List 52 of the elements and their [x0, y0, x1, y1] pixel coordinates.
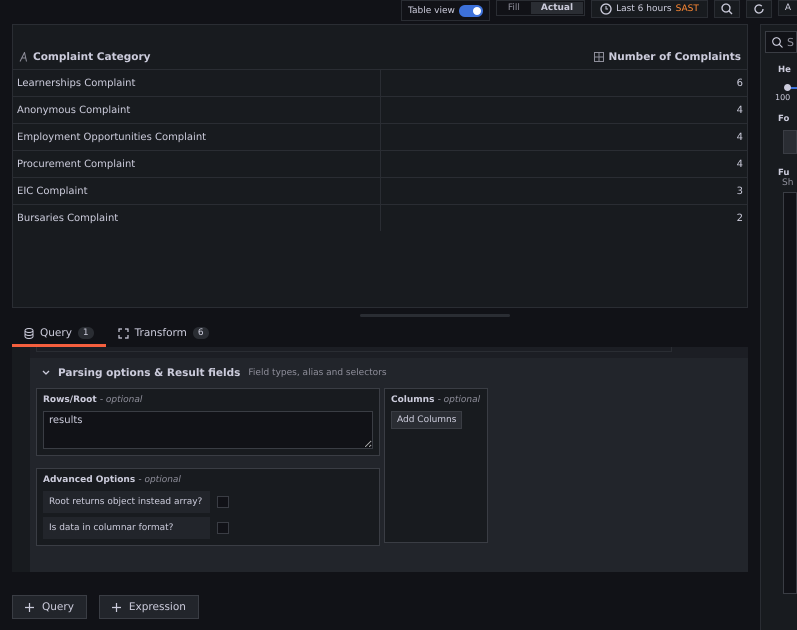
option-label: He [778, 65, 792, 75]
view-mode-option[interactable]: Actual [530, 2, 584, 14]
database-icon [24, 328, 34, 338]
table-cell-text: 4 [736, 104, 744, 118]
rows-root-input[interactable]: results [43, 411, 373, 449]
table-cell-text: 3 [736, 184, 744, 198]
search-icon [772, 36, 783, 48]
option-label: Fo [778, 114, 790, 124]
number-type-icon [594, 52, 604, 62]
field-label: Columns - optional [391, 395, 482, 405]
option-label: Root returns object instead array? [43, 491, 210, 513]
apply-button[interactable]: A [778, 0, 797, 16]
add-columns-button[interactable]: Add Columns [391, 411, 462, 429]
tab[interactable]: Transform 6 [106, 327, 221, 347]
clock-icon [600, 3, 612, 15]
table-cell: Procurement Complaint [13, 151, 381, 177]
add-button[interactable]: Expression [98, 595, 199, 619]
slider-value: 100 [775, 93, 792, 102]
section-subtitle: Field types, alias and selectors [248, 368, 387, 378]
option-label: Fu [778, 168, 790, 178]
table-cell-text: 2 [736, 212, 744, 226]
zoom-out-button[interactable] [714, 0, 740, 18]
section-title[interactable]: Parsing options & Result fields [58, 367, 240, 379]
plus-icon [112, 602, 121, 612]
field-label: Rows/Root - optional [43, 395, 144, 405]
switch[interactable] [458, 4, 483, 16]
table-cell-text: 4 [736, 130, 744, 144]
field-label: Advanced Options - optional [43, 475, 182, 485]
plus-icon [25, 602, 34, 612]
column-header[interactable]: Complaint Category [13, 51, 380, 63]
refresh-button[interactable] [746, 0, 772, 18]
add-button[interactable]: Query [12, 595, 87, 619]
transform-icon [118, 328, 129, 338]
option-label: Is data in columnar format? [43, 517, 210, 539]
table-cell: Employment Opportunities Complaint [13, 124, 381, 150]
text-type-icon [19, 52, 29, 62]
view-mode-option[interactable]: Fill [498, 2, 530, 14]
checkbox[interactable] [217, 522, 229, 534]
table-cell: EIC Complaint [13, 178, 381, 204]
refresh-icon [752, 3, 765, 15]
table-view-toggle[interactable]: Table view [401, 0, 490, 21]
search-icon [720, 3, 733, 15]
option-description: Sh [782, 178, 794, 188]
table-cell-text: 6 [736, 76, 744, 90]
checkbox[interactable] [217, 496, 229, 508]
table-cell: Anonymous Complaint [13, 97, 381, 123]
time-range-picker[interactable]: Last 6 hours SAST [591, 0, 708, 18]
table-cell-text: 4 [736, 158, 744, 172]
table-cell: Bursaries Complaint [13, 205, 381, 231]
column-header[interactable]: Number of Complaints [380, 51, 747, 63]
search-field[interactable]: S [765, 31, 797, 53]
table-cell: Learnerships Complaint [13, 70, 381, 96]
